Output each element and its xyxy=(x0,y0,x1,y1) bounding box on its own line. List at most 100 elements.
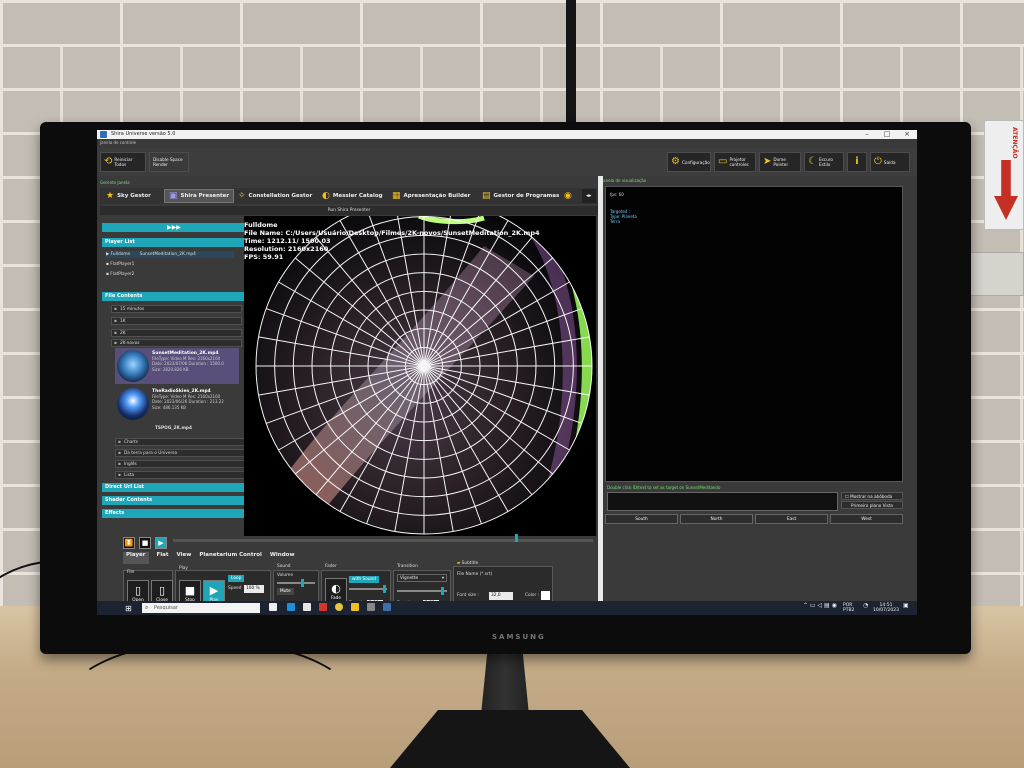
mute-button[interactable]: Mute xyxy=(277,588,294,595)
east-button[interactable]: East xyxy=(755,514,828,524)
file-item-partial[interactable]: TSPOG_2K.mp4 xyxy=(155,425,192,432)
stop-small-button[interactable]: ■ xyxy=(139,537,151,549)
folder-item[interactable]: 2K xyxy=(111,329,242,337)
shader-contents-header[interactable]: Shader Contents xyxy=(102,496,246,505)
color-swatch[interactable] xyxy=(541,591,550,600)
dome-pointer-button[interactable]: ➤ Dome Pointer xyxy=(759,152,801,172)
sign-text: ATENÇÃO xyxy=(1011,127,1018,159)
tab-shira-presenter[interactable]: ▣ Shira Presenter xyxy=(164,189,235,203)
app-icon[interactable] xyxy=(367,603,375,611)
control-window-label: Janela de controle xyxy=(100,140,137,145)
minimize-button[interactable]: – xyxy=(857,130,877,139)
player-list-header[interactable]: Player List xyxy=(102,238,246,247)
mostrar-checkbox[interactable]: ☐ Mostrar na abóboda xyxy=(841,492,903,500)
tray-icons[interactable]: ⌃ ▭ ◁ ▤ ◉ xyxy=(803,603,837,609)
network-icon[interactable]: ◔ xyxy=(863,603,868,609)
power-icon: ⏻ xyxy=(874,156,882,167)
tab-constellation-gestor[interactable]: ✧ Constellation Gestor xyxy=(234,189,316,203)
south-button[interactable]: South xyxy=(605,514,678,524)
file-size: Size: 486.135 KB xyxy=(152,404,187,410)
fader-slider[interactable] xyxy=(349,585,387,593)
run-shira-presenter-bar[interactable]: Run Shira Presenter xyxy=(100,206,598,215)
taskbar-search[interactable]: ⌕ Pesquisar xyxy=(142,603,260,613)
close-button[interactable]: × xyxy=(897,130,917,139)
loop-toggle[interactable]: Loop xyxy=(228,575,245,582)
windows-start-icon[interactable]: ⊞ xyxy=(125,604,132,613)
folder-item[interactable]: 1K xyxy=(111,317,242,325)
tab-scroll-arrows[interactable]: ◂▸ xyxy=(582,189,596,203)
splitter[interactable] xyxy=(598,176,603,606)
tab-sky-gestor[interactable]: ★ Sky Gestor xyxy=(102,189,155,203)
language-indicator[interactable]: POR PTB2 xyxy=(843,603,854,613)
fulldome-view[interactable] xyxy=(244,197,596,536)
shira-taskbar-icon[interactable] xyxy=(383,603,391,611)
player-item-fulldome[interactable]: ▶ Fulldome SunsetMeditation_2K.mp4 xyxy=(106,251,234,258)
folder-item-open[interactable]: 2K-novos xyxy=(111,339,242,347)
target-input[interactable] xyxy=(607,492,838,511)
visualization-window[interactable]: fps: 60 Targeted : Type: Planeta Terra xyxy=(605,186,903,482)
play-small-button[interactable]: ▶ xyxy=(155,537,167,549)
office-icon[interactable] xyxy=(319,603,327,611)
north-button[interactable]: North xyxy=(680,514,753,524)
volume-slider[interactable] xyxy=(277,579,315,587)
task-view-icon[interactable] xyxy=(269,603,277,611)
pointer-icon: ➤ xyxy=(763,156,772,167)
volume-knob[interactable] xyxy=(301,579,304,587)
chrome-icon[interactable] xyxy=(335,603,343,611)
fader-knob[interactable] xyxy=(383,585,386,593)
player-item-flat2[interactable]: ▪ FlatPlayer2 xyxy=(106,271,134,278)
folder-item[interactable]: Inglês xyxy=(115,460,246,468)
player-item-flat1[interactable]: ▪ FlatPlayer1 xyxy=(106,261,134,268)
subtab-view[interactable]: View xyxy=(176,552,191,564)
transition-slider[interactable] xyxy=(397,587,447,595)
file-explorer-icon[interactable] xyxy=(351,603,359,611)
saida-button[interactable]: ⏻ Saída xyxy=(870,152,910,172)
tab-more[interactable]: ◉ xyxy=(560,189,576,203)
folder-item[interactable]: Da terra para o Universo xyxy=(115,449,246,457)
skip-down-button[interactable]: ⏬ xyxy=(123,537,135,549)
target-info: Targeted : Type: Planeta Terra xyxy=(610,209,637,224)
file-contents-header[interactable]: File Contents xyxy=(102,292,246,301)
gear-icon: ⚙ xyxy=(671,156,680,167)
configuracao-button[interactable]: ⚙ Configuração xyxy=(667,152,711,172)
folder-item[interactable]: Charts xyxy=(115,438,246,446)
subtab-planetarium[interactable]: Planetarium Control xyxy=(199,552,262,564)
subtab-window[interactable]: Window xyxy=(270,552,295,564)
edge-icon[interactable] xyxy=(287,603,295,611)
font-size-input[interactable]: 32,0 xyxy=(489,592,513,600)
direct-url-header[interactable]: Direct Url List xyxy=(102,483,246,492)
file-item[interactable]: TheRadioSkies_2K.mp4 FileType: Video M R… xyxy=(115,386,239,422)
gerente-label: Gerente Janela xyxy=(100,180,130,185)
subtab-flat[interactable]: Flat xyxy=(157,552,169,564)
timeline-slider[interactable] xyxy=(173,539,593,542)
speed-input[interactable]: 100 % xyxy=(244,585,264,593)
folder-item[interactable]: Lista xyxy=(115,471,246,479)
constellation-icon: ✧ xyxy=(238,191,246,201)
tab-gestor-programas[interactable]: ▤ Gestor de Programas xyxy=(478,189,563,203)
play-all-button[interactable]: ▶▶▶ xyxy=(102,223,246,232)
maximize-button[interactable]: □ xyxy=(877,130,897,139)
folder-item[interactable]: 15 minutos xyxy=(111,305,242,313)
escuro-button[interactable]: ☾ Escuro Estilo xyxy=(804,152,844,172)
timeline-knob[interactable] xyxy=(515,534,518,542)
dome-pointer-label: Dome Pointer xyxy=(773,157,789,167)
subtab-player[interactable]: Player xyxy=(123,552,149,564)
transition-select[interactable]: Vignette ▾ xyxy=(397,574,447,582)
primeiro-plano-button[interactable]: Primeiro plano Vista xyxy=(841,501,903,509)
tab-apresentacao-builder[interactable]: ▦ Apresentação Builder xyxy=(388,189,474,203)
clock[interactable]: 14:51 10/07/2023 xyxy=(873,603,899,613)
effects-header[interactable]: Effects xyxy=(102,509,246,518)
reiniciar-button[interactable]: ⟲ Reiniciar Todos xyxy=(100,152,146,172)
info-button[interactable]: i xyxy=(847,152,867,172)
notification-icon[interactable]: ▣ xyxy=(903,603,909,609)
store-icon[interactable] xyxy=(303,603,311,611)
with-sound-toggle[interactable]: with Sound xyxy=(349,576,380,583)
builder-icon: ▦ xyxy=(392,191,401,201)
subtitle-file-label: File Name (*.srt) xyxy=(457,572,493,577)
projetor-button[interactable]: ▭ Projetor controles xyxy=(714,152,756,172)
tab-messier-catalog[interactable]: ◐ Messier Catalog xyxy=(318,189,387,203)
transition-knob[interactable] xyxy=(441,587,444,595)
west-button[interactable]: West xyxy=(830,514,903,524)
file-item[interactable]: SunsetMeditation_2K.mp4 FileType: Video … xyxy=(115,348,239,384)
disable-space-button[interactable]: Disable Space Render xyxy=(149,152,189,172)
